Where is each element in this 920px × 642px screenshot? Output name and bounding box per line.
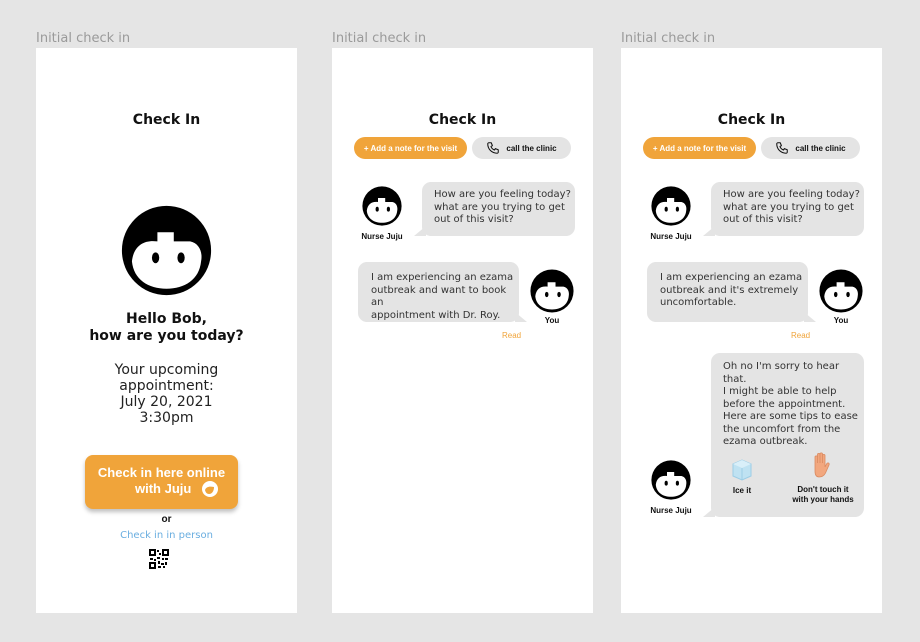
nurse-message-bubble: How are you feeling today? what are you … (703, 182, 864, 236)
user-message-bubble: I am experiencing an ezama outbreak and … (358, 262, 527, 322)
user-name: You (544, 316, 560, 325)
add-note-button[interactable]: + Add a note for the visit (643, 137, 756, 159)
message-line: Oh no I'm sorry to hear that. (723, 361, 840, 385)
page-title: Check In (132, 112, 201, 128)
user-avatar-icon (530, 269, 574, 313)
call-clinic-label: call the clinic (506, 143, 557, 153)
nurse-avatar-icon (651, 186, 691, 226)
message-line: what are you trying to get (434, 201, 565, 213)
message-line: out of this visit? (434, 214, 514, 225)
hands-tip-label-line: with your hands (792, 495, 854, 504)
raised-hand-icon (814, 452, 830, 478)
frame-2-chat: Check In + Add a note for the visit call… (332, 48, 593, 613)
message-line: appointment with Dr. Roy. (371, 309, 501, 321)
appointment-info: Your upcoming appointment: July 20, 2021… (36, 362, 297, 426)
greeting: Hello Bob, how are you today? (36, 311, 297, 345)
page-title: Check In (428, 112, 497, 128)
nurse-name: Nurse Juju (650, 506, 692, 515)
message-line: How are you feeling today? (434, 189, 571, 200)
appointment-line: appointment: (119, 378, 214, 394)
greeting-line-1: Hello Bob, (126, 311, 207, 327)
nurse-name: Nurse Juju (650, 232, 692, 241)
message-line: How are you feeling today? (723, 189, 860, 200)
add-note-button[interactable]: + Add a note for the visit (354, 137, 467, 159)
call-clinic-button[interactable]: call the clinic (761, 137, 860, 159)
check-in-in-person-link[interactable]: Check in in person (36, 530, 297, 541)
message-line: outbreak and want to book an (371, 284, 507, 309)
ice-tip[interactable] (729, 456, 755, 482)
read-status: Read (791, 331, 811, 340)
message-line: I might be able to help (723, 386, 837, 397)
or-divider: or (161, 514, 172, 525)
phone-icon (776, 142, 789, 154)
frame-2-label: Initial check in (332, 31, 427, 46)
appointment-date: July 20, 2021 (120, 394, 213, 410)
check-in-button-line-2: with Juju (135, 481, 192, 496)
message-line: I am experiencing an ezama (660, 272, 803, 283)
appointment-line: Your upcoming (114, 362, 219, 378)
message-line: before the appointment. (723, 398, 846, 410)
ice-tip-label: Ice it (732, 486, 752, 495)
message-line: Here are some tips to ease (723, 411, 858, 422)
avatar-face-icon (121, 205, 212, 296)
hands-tip[interactable] (808, 451, 834, 479)
user-avatar-icon (819, 269, 863, 313)
appointment-time: 3:30pm (139, 410, 194, 426)
message-line: out of this visit? (723, 214, 803, 225)
message-line: ezama outbreak. (723, 436, 808, 447)
greeting-line-2: how are you today? (89, 328, 244, 344)
frame-3-label: Initial check in (621, 31, 716, 46)
qr-code-icon[interactable] (149, 549, 169, 569)
ice-cube-icon (732, 459, 752, 481)
message-line: what are you trying to get (723, 201, 854, 213)
message-line: I am experiencing an ezama (371, 272, 514, 283)
frame-1-initial-check-in: Check In Hello Bob, how are you today? Y… (36, 48, 297, 613)
check-in-button-line-1: Check in here online (97, 465, 226, 480)
message-line: the uncomfort from the (723, 423, 841, 435)
nurse-message-bubble: How are you feeling today? what are you … (414, 182, 575, 236)
hands-tip-label: Don't touch it with your hands (781, 485, 865, 505)
message-line: outbreak and it's extremely (660, 284, 799, 296)
user-name: You (833, 316, 849, 325)
call-clinic-label: call the clinic (795, 143, 846, 153)
page-title: Check In (717, 112, 786, 128)
juju-logo-icon (202, 481, 218, 497)
message-line: uncomfortable. (660, 297, 737, 308)
nurse-name: Nurse Juju (361, 232, 403, 241)
check-in-online-button[interactable]: Check in here online with Juju (85, 455, 238, 509)
nurse-avatar-icon (651, 460, 691, 500)
frame-1-label: Initial check in (36, 31, 131, 46)
user-message-bubble: I am experiencing an ezama outbreak and … (647, 262, 816, 322)
frame-3-chat-tips: Check In + Add a note for the visit call… (621, 48, 882, 613)
call-clinic-button[interactable]: call the clinic (472, 137, 571, 159)
nurse-reply-bubble: Oh no I'm sorry to hear that. I might be… (703, 353, 865, 517)
phone-icon (487, 142, 500, 154)
nurse-avatar-icon (362, 186, 402, 226)
read-status: Read (502, 331, 522, 340)
hands-tip-label-line: Don't touch it (797, 485, 849, 494)
